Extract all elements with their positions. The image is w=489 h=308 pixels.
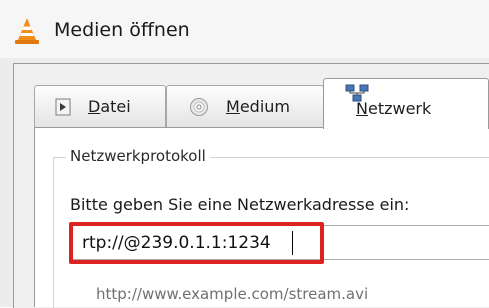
vlc-cone-icon: [15, 18, 39, 44]
tab-medium-label: Medium: [226, 97, 290, 116]
window-title: Medien öffnen: [54, 19, 190, 41]
title-bar: Medien öffnen: [0, 0, 489, 58]
highlight-box: [69, 222, 324, 264]
tab-datei-label: Datei: [88, 97, 131, 116]
tab-netzwerk[interactable]: Netzwerk: [323, 78, 489, 129]
tab-datei[interactable]: Datei: [34, 85, 166, 127]
disc-icon: [190, 98, 208, 116]
example-url: http://www.example.com/stream.avi: [96, 285, 369, 303]
address-prompt: Bitte geben Sie eine Netzwerkadresse ein…: [70, 195, 410, 214]
tab-medium[interactable]: Medium: [166, 85, 324, 127]
file-play-icon: [55, 98, 71, 116]
group-title: Netzwerkprotokoll: [66, 147, 210, 165]
tab-netzwerk-label: Netzwerk: [356, 99, 432, 118]
